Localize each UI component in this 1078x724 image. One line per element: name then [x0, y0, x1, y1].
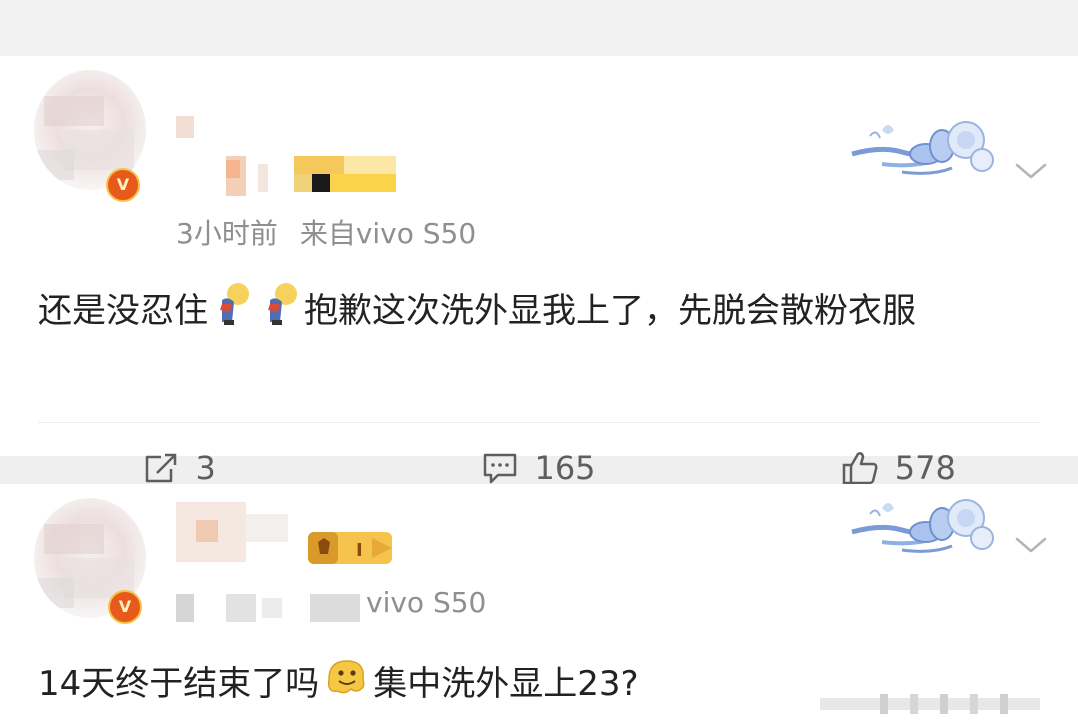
- svg-text:I: I: [356, 540, 363, 561]
- thumbs-up-icon: [842, 452, 878, 485]
- weibo-post: V I vivo S50 14天终于结束了吗 集中洗外显上23?: [0, 484, 1078, 724]
- level-badge-icon: I: [308, 532, 392, 564]
- post-text-part2: 抱歉这次洗外显我上了，先脱会散粉衣服: [304, 291, 916, 331]
- v-badge-icon: V: [108, 590, 142, 624]
- like-count: 578: [894, 449, 956, 487]
- post-source: 来自vivo S50: [299, 217, 477, 250]
- divider: [38, 422, 1040, 423]
- bowing-person-emoji: [260, 282, 300, 343]
- post-content: 还是没忍住 抱歉这次洗外显我上了，先脱会散粉衣服: [38, 282, 1038, 343]
- weibo-post: V 3小时前 来自vivo S50 还是没忍住 抱歉这次洗外显我上了，先脱会散粉衣服: [0, 56, 1078, 487]
- post-text-part2: 集中洗外显上23?: [373, 664, 639, 704]
- v-badge-icon: V: [106, 168, 140, 202]
- post-meta: vivo S50: [366, 586, 486, 619]
- comment-icon: [484, 453, 517, 484]
- post-meta: 3小时前 来自vivo S50: [176, 212, 476, 252]
- top-spacer: [0, 0, 1078, 56]
- post-time: 3小时前: [176, 217, 278, 250]
- comment-count: 165: [534, 449, 596, 487]
- post-text-part1: 还是没忍住: [38, 291, 208, 331]
- repost-icon: [146, 453, 177, 483]
- chevron-down-icon[interactable]: [1014, 160, 1048, 182]
- watermark-icon: [820, 694, 1040, 714]
- post-text-part1: 14天终于结束了吗: [38, 664, 320, 704]
- chevron-down-icon[interactable]: [1014, 534, 1048, 556]
- repost-count: 3: [195, 449, 216, 487]
- bow-flower-decoration: [851, 121, 994, 175]
- bow-flower-decoration: [851, 499, 994, 553]
- post-source: vivo S50: [366, 586, 487, 619]
- bowing-person-emoji: [212, 282, 252, 343]
- melting-face-emoji: [323, 657, 369, 714]
